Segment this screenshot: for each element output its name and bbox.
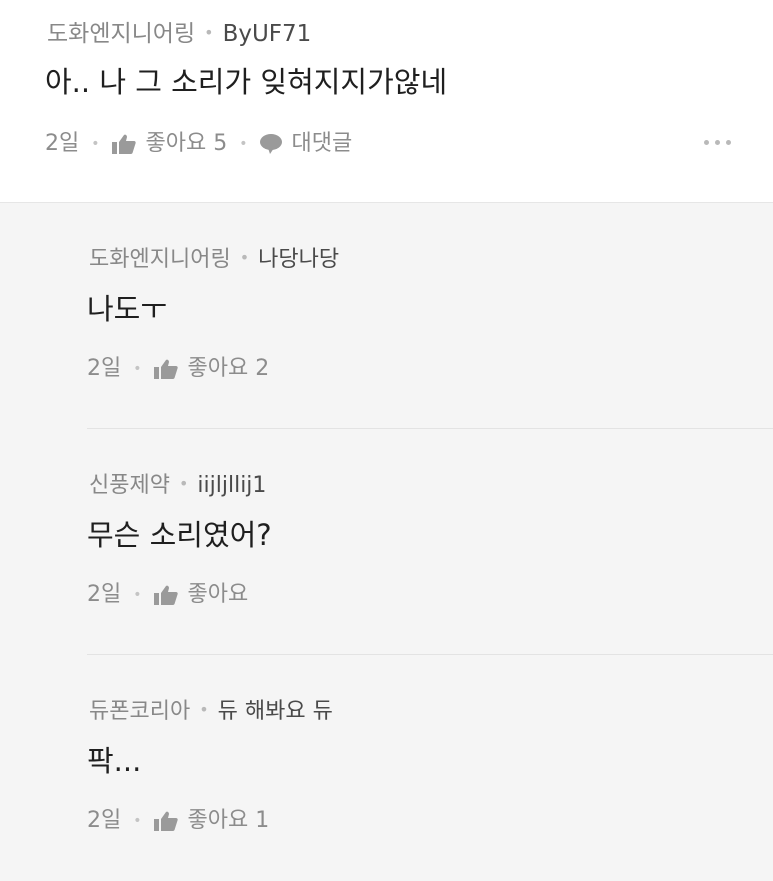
reply-actions: 2일 • 좋아요 1 [87, 803, 269, 839]
reply-list: 도화엔지니어링 • 나당나당 나도ㅜ 2일 • 좋아요 2 신풍제약 • iijljll… [0, 203, 773, 881]
reply-item: 도화엔지니어링 • 나당나당 나도ㅜ 2일 • 좋아요 2 [87, 203, 773, 429]
reply-text: 팍... [87, 744, 142, 778]
separator-dot: • [133, 361, 142, 377]
separator-dot: • [239, 248, 250, 267]
company-name: 도화엔지니어링 [47, 21, 196, 47]
thumbs-up-icon [111, 134, 136, 154]
separator-dot: • [239, 136, 248, 152]
comment-actions: 2일 • 좋아요 5 • 대댓글 [45, 126, 352, 162]
speech-bubble-icon [259, 134, 282, 154]
separator-dot: • [178, 474, 189, 493]
reply-item: 신풍제약 • iijljllij1 무슨 소리였어? 2일 • 좋아요 [87, 429, 773, 655]
thumbs-up-icon [153, 811, 178, 831]
reply-label: 대댓글 [291, 131, 353, 156]
more-options-button[interactable] [704, 140, 731, 145]
like-label: 좋아요 5 [145, 131, 228, 156]
comment-meta: 도화엔지니어링 • ByUF71 [47, 16, 311, 51]
separator-dot: • [204, 23, 214, 42]
company-name: 신풍제약 [89, 473, 170, 498]
reply-text: 나도ㅜ [87, 292, 168, 326]
reply-time: 2일 [87, 356, 122, 381]
like-button[interactable]: 좋아요 2 [153, 351, 270, 387]
like-button[interactable]: 좋아요 1 [153, 803, 270, 839]
separator-dot: • [133, 587, 142, 603]
reply-meta: 도화엔지니어링 • 나당나당 [89, 241, 339, 277]
thumbs-up-icon [153, 359, 178, 379]
reply-meta: 신풍제약 • iijljllij1 [89, 467, 266, 503]
reply-actions: 2일 • 좋아요 [87, 577, 248, 613]
like-label: 좋아요 1 [187, 808, 270, 833]
like-button[interactable]: 좋아요 5 [111, 126, 228, 162]
company-name: 도화엔지니어링 [89, 247, 231, 272]
comment-card: 도화엔지니어링 • ByUF71 아.. 나 그 소리가 잊혀지지가않네 2일 • … [0, 0, 773, 203]
comment-text: 아.. 나 그 소리가 잊혀지지가않네 [45, 65, 448, 99]
reply-button[interactable]: 대댓글 [259, 126, 353, 162]
author-name[interactable]: 듀 해봐요 듀 [218, 699, 333, 724]
author-name[interactable]: iijljllij1 [197, 473, 266, 498]
separator-dot: • [199, 700, 209, 719]
reply-text: 무슨 소리였어? [87, 518, 272, 552]
company-name: 듀폰코리아 [89, 699, 191, 724]
reply-item: 듀폰코리아 • 듀 해봐요 듀 팍... 2일 • 좋아요 1 [87, 655, 773, 881]
reply-meta: 듀폰코리아 • 듀 해봐요 듀 [89, 693, 333, 729]
like-button[interactable]: 좋아요 [153, 577, 249, 613]
like-label: 좋아요 2 [187, 356, 270, 381]
comment-time: 2일 [45, 131, 80, 156]
like-label: 좋아요 [187, 582, 249, 607]
author-name[interactable]: 나당나당 [258, 247, 339, 272]
author-name[interactable]: ByUF71 [223, 21, 312, 47]
separator-dot: • [91, 136, 100, 152]
thumbs-up-icon [153, 585, 178, 605]
reply-actions: 2일 • 좋아요 2 [87, 351, 269, 387]
reply-time: 2일 [87, 808, 122, 833]
more-horizontal-icon [704, 140, 709, 145]
reply-time: 2일 [87, 582, 122, 607]
separator-dot: • [133, 813, 142, 829]
